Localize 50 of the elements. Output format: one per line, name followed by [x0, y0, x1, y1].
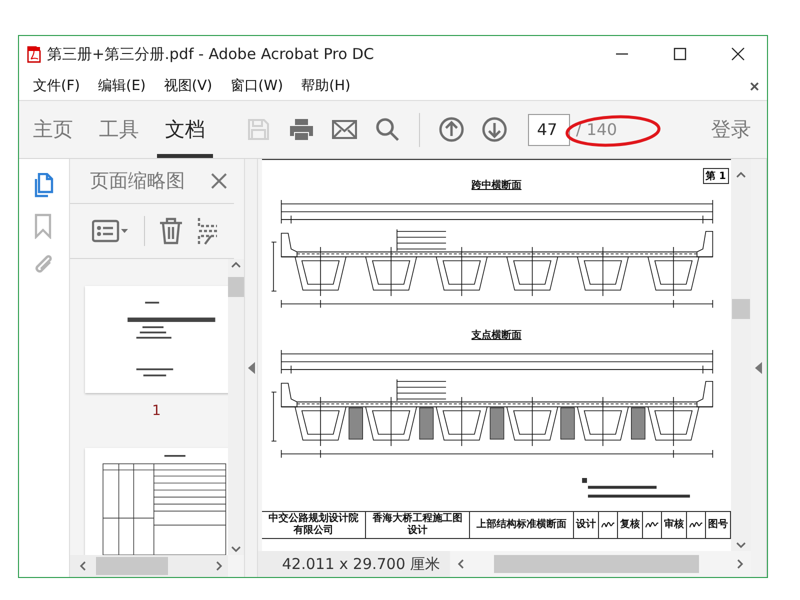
search-icon[interactable] — [375, 117, 400, 142]
collapse-arrow-icon[interactable] — [248, 362, 254, 374]
page-number-field[interactable]: 47 — [528, 114, 570, 146]
title-block-cell: 香海大桥工程施工图设计 — [366, 512, 470, 538]
title-block-cell: 上部结构标准横断面 — [470, 512, 574, 538]
scroll-right-icon[interactable] — [214, 560, 224, 572]
menu-item[interactable]: 窗口(W) — [222, 77, 292, 95]
pdf-file-icon — [27, 46, 41, 62]
maximize-icon — [673, 47, 687, 61]
title-block-label: 审核 — [662, 512, 687, 538]
page-extract-icon[interactable] — [197, 217, 217, 245]
toolbar-tab[interactable]: 主页 — [25, 101, 81, 158]
collapse-arrow-icon[interactable] — [755, 362, 762, 374]
scrollbar-thumb[interactable] — [732, 299, 750, 319]
scrollbar-thumb[interactable] — [228, 277, 244, 297]
page-number: 1 — [151, 402, 162, 421]
scroll-left-icon[interactable] — [78, 560, 88, 572]
envelope-icon[interactable] — [332, 117, 357, 142]
scroll-right-icon[interactable] — [735, 558, 745, 570]
signature-mark — [601, 520, 615, 530]
close-icon[interactable] — [210, 172, 228, 190]
title-block-label: 复核 — [618, 512, 643, 538]
page-thumbnail[interactable] — [85, 286, 228, 393]
scrollbar-thumb[interactable] — [96, 557, 168, 575]
sign-in-link[interactable]: 登录 — [711, 116, 751, 143]
scrollbar-thumb[interactable] — [494, 555, 700, 573]
menu-item[interactable]: 文件(F) — [25, 77, 88, 95]
title-block-cell: 中交公路规划设计院有限公司 — [262, 512, 366, 538]
menu-item[interactable]: 编辑(E) — [90, 77, 154, 95]
window-title: 第三册+第三分册.pdf - Adobe Acrobat Pro DC — [47, 44, 376, 64]
page-total: / 140 — [576, 120, 618, 139]
pages-icon[interactable] — [32, 173, 56, 199]
toolbar-tab[interactable]: 工具 — [91, 101, 147, 158]
menu-item[interactable]: 帮助(H) — [293, 77, 359, 95]
page-thumbnail[interactable] — [85, 448, 228, 555]
scroll-left-icon[interactable] — [456, 558, 466, 570]
signature-mark — [645, 520, 659, 530]
menu-item[interactable]: 视图(V) — [156, 77, 220, 95]
section-title: 跨中横断面 — [472, 178, 522, 192]
options-menu-icon[interactable] — [92, 219, 130, 243]
panel-title: 页面缩略图 — [90, 169, 186, 194]
print-icon[interactable] — [289, 117, 314, 142]
section-title: 支点横断面 — [472, 328, 522, 342]
title-block-label: 设计 — [574, 512, 599, 538]
sheet-number: 第 1 — [702, 168, 729, 184]
close-icon — [731, 47, 745, 61]
close-icon[interactable] — [750, 82, 759, 90]
page-size-label: 42.011 x 29.700 厘米 — [258, 551, 450, 577]
signature-mark — [689, 520, 703, 530]
trash-icon[interactable] — [159, 217, 183, 245]
